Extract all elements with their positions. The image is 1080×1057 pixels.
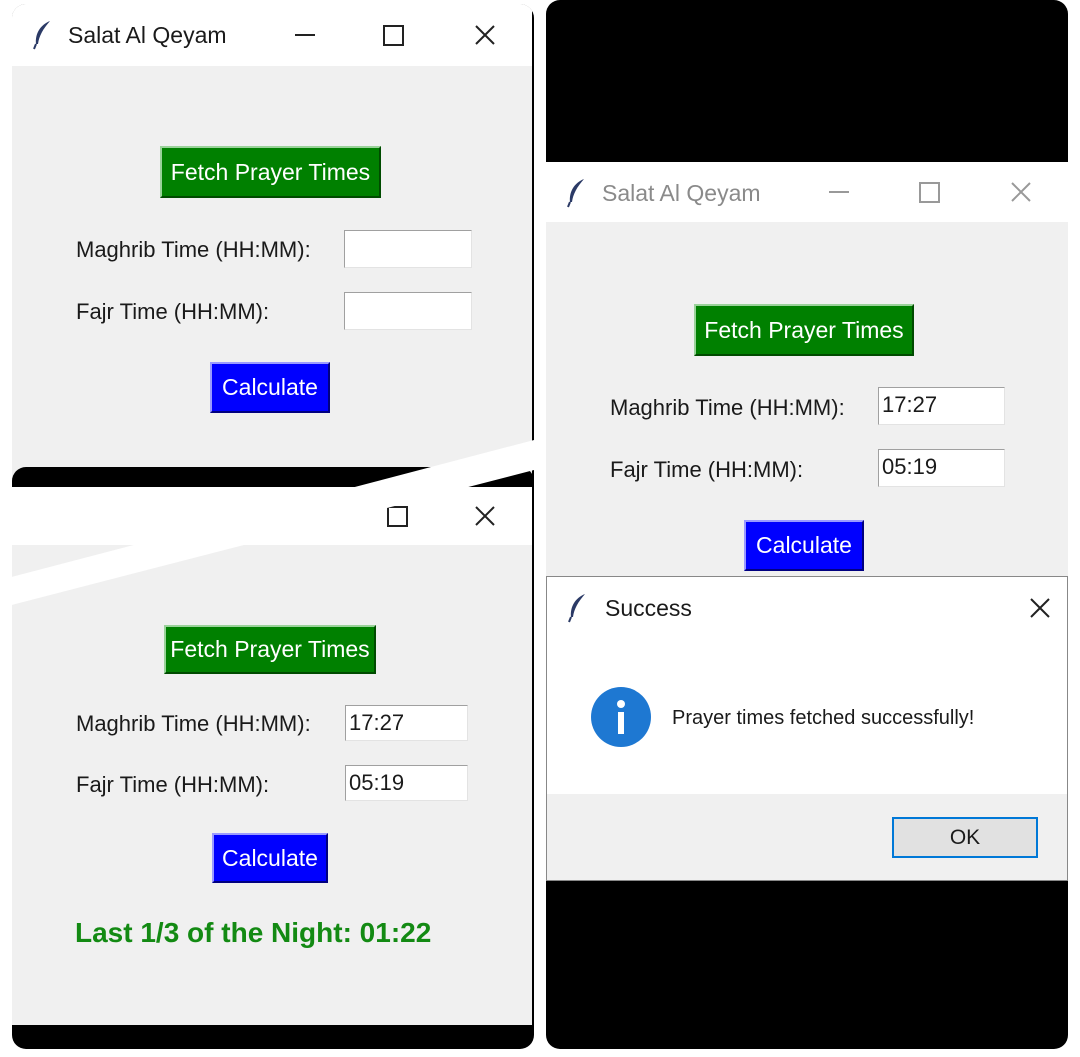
fajr-label: Fajr Time (HH:MM): (610, 457, 804, 482)
feather-icon (567, 593, 589, 628)
calculate-button[interactable]: Calculate (744, 520, 864, 571)
close-icon (1030, 598, 1050, 618)
ok-button[interactable]: OK (892, 817, 1038, 858)
fajr-input[interactable]: 05:19 (878, 449, 1005, 487)
fetch-prayer-times-button[interactable]: Fetch Prayer Times (694, 304, 914, 356)
feather-icon (566, 178, 588, 213)
screenshot-panel-fetched: Salat Al Qeyam Fetch Prayer Times Maghri… (546, 0, 1068, 1049)
maximize-button[interactable] (908, 171, 950, 213)
success-dialog: Success Prayer times fetched successfull… (546, 576, 1068, 881)
app-window: Salat Al Qeyam Fetch Prayer Times Maghri… (546, 162, 1068, 582)
close-icon (1011, 182, 1031, 202)
title-bar: Salat Al Qeyam (546, 162, 1068, 222)
maghrib-input[interactable]: 17:27 (878, 387, 1005, 425)
dialog-title: Success (605, 595, 692, 621)
window-title: Salat Al Qeyam (602, 180, 761, 206)
maximize-icon (918, 181, 940, 203)
info-icon (591, 687, 651, 747)
close-button[interactable] (1000, 171, 1042, 213)
maghrib-label: Maghrib Time (HH:MM): (610, 395, 845, 420)
minimize-button[interactable] (818, 171, 860, 213)
minimize-icon (829, 191, 849, 193)
dialog-close-button[interactable] (1019, 587, 1061, 629)
dialog-message: Prayer times fetched successfully! (672, 707, 975, 729)
